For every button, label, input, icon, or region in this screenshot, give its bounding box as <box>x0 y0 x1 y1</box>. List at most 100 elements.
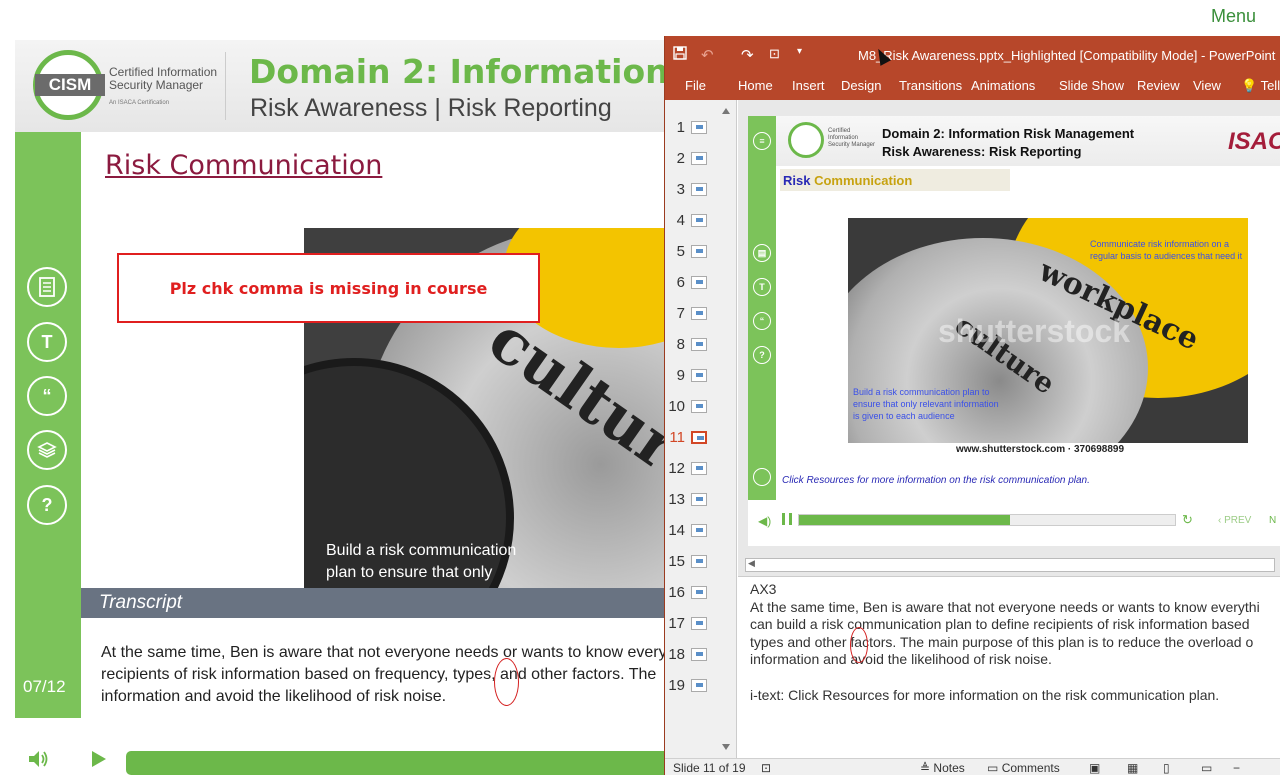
course-progress-bar[interactable] <box>126 751 686 775</box>
thumbnail-image <box>691 493 707 506</box>
tab-view[interactable]: View <box>1193 78 1221 93</box>
thumbnail-number: 3 <box>676 181 685 198</box>
slide-header: Certified Information Security Manager D… <box>776 116 1280 166</box>
slideshow-view-icon[interactable]: ▭ <box>1201 761 1212 775</box>
save-icon[interactable] <box>673 46 687 64</box>
review-note-text: Plz chk comma is missing in course <box>169 278 488 298</box>
thumbnail-slide-6[interactable]: 6 <box>665 273 721 293</box>
thumbnail-number: 15 <box>668 553 685 570</box>
slide-heading-word1: Risk <box>783 173 811 188</box>
tab-transitions[interactable]: Transitions <box>899 78 962 93</box>
thumbnail-number: 16 <box>668 584 685 601</box>
thumbnail-image <box>691 679 707 692</box>
spelling-check-icon[interactable]: ⊡ <box>761 761 771 775</box>
thumbnail-number: 11 <box>669 429 685 446</box>
horizontal-scrollbar[interactable]: ◀ <box>745 558 1275 572</box>
image-caption: Build a risk communication plan to ensur… <box>326 540 556 584</box>
menu-link[interactable]: Menu <box>1211 6 1256 27</box>
thumbnail-image <box>691 648 707 661</box>
volume-icon[interactable] <box>28 750 50 768</box>
tab-review[interactable]: Review <box>1137 78 1180 93</box>
thumbnail-slide-17[interactable]: 17 <box>665 614 721 634</box>
slide-sidebar: ≡ ▤ T “ ? <box>748 116 776 500</box>
scroll-left-icon[interactable]: ◀ <box>748 558 755 569</box>
tab-animations[interactable]: Animations <box>971 78 1035 93</box>
notes-line: types and other factors. The main purpos… <box>750 633 1254 650</box>
thumbnail-number: 9 <box>676 367 685 384</box>
thumbnail-slide-12[interactable]: 12 <box>665 459 721 479</box>
text-t-icon[interactable]: T <box>27 322 67 362</box>
transcript-bar: Transcript <box>81 588 665 618</box>
thumbnail-slide-15[interactable]: 15 <box>665 552 721 572</box>
slide-blue-text-2: Build a risk communication plan to ensur… <box>853 387 999 421</box>
thumbnail-slide-8[interactable]: 8 <box>665 335 721 355</box>
slide-cism-line2: Security Manager <box>828 142 876 148</box>
domain-subtitle: Risk Awareness | Risk Reporting <box>250 94 612 122</box>
thumbnail-slide-2[interactable]: 2 <box>665 149 721 169</box>
slide-progress-bar <box>798 514 1176 526</box>
notes-pane[interactable]: AX3 At the same time, Ben is aware that … <box>738 576 1280 760</box>
thumbnail-scrollbar[interactable] <box>720 106 732 752</box>
course-sidebar: T “ ? 07/12 <box>15 132 81 718</box>
notes-label: Notes <box>933 761 965 775</box>
review-note-box: Plz chk comma is missing in course <box>117 253 540 323</box>
notes-toggle-button[interactable]: ≜ Notes <box>920 761 965 775</box>
thumbnail-slide-19[interactable]: 19 <box>665 676 721 696</box>
document-icon[interactable] <box>27 267 67 307</box>
play-icon[interactable] <box>92 751 106 767</box>
image-caption-line1: Build a risk communication <box>326 542 517 559</box>
thumbnail-slide-1[interactable]: 1 <box>665 118 721 138</box>
thumbnail-image <box>691 586 707 599</box>
zoom-out-icon[interactable]: − <box>1233 761 1240 775</box>
layers-icon[interactable] <box>27 430 67 470</box>
tab-design[interactable]: Design <box>841 78 881 93</box>
tell-me-label: Tell m <box>1260 78 1280 93</box>
present-icon[interactable]: ⊡ <box>769 46 780 62</box>
help-icon[interactable]: ? <box>27 485 67 525</box>
slide-sorter-icon[interactable]: ▦ <box>1127 761 1138 775</box>
customize-qat-icon[interactable]: ▾ <box>797 46 802 57</box>
thumbnail-slide-18[interactable]: 18 <box>665 645 721 665</box>
tab-insert[interactable]: Insert <box>792 78 825 93</box>
thumbnail-slide-10[interactable]: 10 <box>665 397 721 417</box>
slide-quote-icon: “ <box>753 312 771 330</box>
thumbnail-number: 13 <box>668 491 685 508</box>
reading-view-icon[interactable]: ▯ <box>1163 761 1170 775</box>
thumbnail-slide-11[interactable]: 11 <box>665 428 721 448</box>
slide-prev-button: ‹ PREV <box>1218 515 1252 526</box>
thumbnail-slide-5[interactable]: 5 <box>665 242 721 262</box>
thumbnail-image <box>691 431 707 444</box>
thumbnail-image <box>691 152 707 165</box>
tab-slide-show[interactable]: Slide Show <box>1059 78 1124 93</box>
slide-title-1: Domain 2: Information Risk Management <box>882 126 1135 141</box>
normal-view-icon[interactable]: ▣ <box>1089 761 1100 775</box>
notes-line: i-text: Click Resources for more informa… <box>750 686 1220 703</box>
thumbnail-image <box>691 245 707 258</box>
comment-icon: ▭ <box>987 761 999 775</box>
tab-file[interactable]: File <box>685 78 706 93</box>
transcript-text: At the same time, Ben is aware that not … <box>101 642 671 708</box>
quote-icon[interactable]: “ <box>27 376 67 416</box>
thumbnail-slide-7[interactable]: 7 <box>665 304 721 324</box>
slide-progress-fill <box>799 515 1010 525</box>
image-caption-line2: plan to ensure that only <box>326 564 493 581</box>
thumbnail-slide-3[interactable]: 3 <box>665 180 721 200</box>
thumbnail-slide-9[interactable]: 9 <box>665 366 721 386</box>
notes-icon: ≜ <box>920 761 931 775</box>
thumbnail-image <box>691 214 707 227</box>
undo-icon[interactable]: ↶ <box>701 46 714 64</box>
tell-me-search[interactable]: 💡 Tell m <box>1241 78 1280 94</box>
slide-gears-image: workplace culture shutterstock Communica… <box>848 218 1248 443</box>
comments-toggle-button[interactable]: ▭ Comments <box>987 761 1060 775</box>
slide-canvas[interactable]: ≡ ▤ T “ ? Certified Information Security… <box>748 116 1280 546</box>
thumbnail-slide-4[interactable]: 4 <box>665 211 721 231</box>
ppt-titlebar: ↶ ↷ ⊡ ▾ M8_Risk Awareness.pptx_Highlight… <box>665 36 1280 72</box>
tab-home[interactable]: Home <box>738 78 773 93</box>
thumbnail-slide-16[interactable]: 16 <box>665 583 721 603</box>
thumbnail-image <box>691 400 707 413</box>
redo-icon[interactable]: ↷ <box>741 46 754 64</box>
thumbnail-slide-14[interactable]: 14 <box>665 521 721 541</box>
thumbnail-image <box>691 338 707 351</box>
notes-text[interactable]: AX3 At the same time, Ben is aware that … <box>750 581 1280 704</box>
thumbnail-slide-13[interactable]: 13 <box>665 490 721 510</box>
